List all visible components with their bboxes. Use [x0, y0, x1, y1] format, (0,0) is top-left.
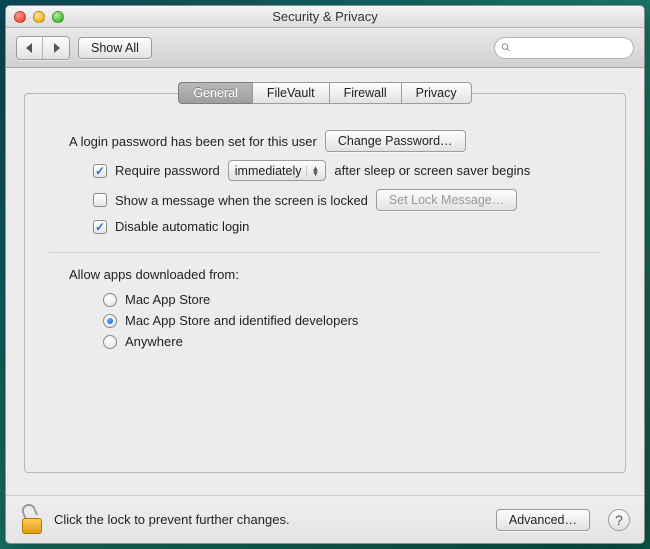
radio-label: Mac App Store and identified developers — [125, 313, 358, 328]
tab-bar: General FileVault Firewall Privacy — [24, 82, 626, 104]
toolbar: Show All — [6, 28, 644, 68]
disable-auto-login-label: Disable automatic login — [115, 219, 249, 234]
tab-firewall[interactable]: Firewall — [329, 82, 402, 104]
require-password-label: Require password — [115, 163, 220, 178]
tab-label: Privacy — [416, 86, 457, 100]
nav-back-forward — [16, 36, 70, 60]
require-password-delay-select[interactable]: immediately ▲▼ — [228, 160, 327, 181]
window-title: Security & Privacy — [6, 9, 644, 24]
radio-appstore[interactable] — [103, 293, 117, 307]
change-password-button[interactable]: Change Password… — [325, 130, 466, 152]
unlock-icon[interactable] — [20, 506, 44, 534]
zoom-window-button[interactable] — [52, 11, 64, 23]
gatekeeper-option-identified: Mac App Store and identified developers — [103, 313, 601, 328]
lock-label: Click the lock to prevent further change… — [54, 512, 290, 527]
change-password-label: Change Password… — [338, 134, 453, 148]
radio-identified[interactable] — [103, 314, 117, 328]
select-value: immediately — [235, 164, 302, 178]
gatekeeper-option-anywhere: Anywhere — [103, 334, 601, 349]
titlebar: Security & Privacy — [6, 6, 644, 28]
show-message-label: Show a message when the screen is locked — [115, 193, 368, 208]
tab-label: FileVault — [267, 86, 315, 100]
radio-label: Mac App Store — [125, 292, 210, 307]
show-message-row: Show a message when the screen is locked… — [93, 189, 601, 211]
search-input[interactable] — [515, 40, 633, 56]
login-password-label: A login password has been set for this u… — [69, 134, 317, 149]
search-field[interactable] — [494, 37, 634, 59]
login-password-row: A login password has been set for this u… — [69, 130, 601, 152]
gatekeeper-option-appstore: Mac App Store — [103, 292, 601, 307]
triangle-left-icon — [25, 43, 35, 53]
show-all-label: Show All — [91, 41, 139, 55]
tab-privacy[interactable]: Privacy — [401, 82, 472, 104]
require-password-suffix: after sleep or screen saver begins — [334, 163, 530, 178]
stepper-arrows-icon: ▲▼ — [306, 166, 319, 176]
tab-content-frame: A login password has been set for this u… — [24, 93, 626, 473]
tab-label: General — [193, 86, 237, 100]
tabs-container: General FileVault Firewall Privacy A log… — [24, 82, 626, 473]
disable-auto-login-checkbox[interactable] — [93, 220, 107, 234]
radio-label: Anywhere — [125, 334, 183, 349]
search-icon — [501, 42, 511, 53]
triangle-right-icon — [51, 43, 61, 53]
disable-auto-login-row: Disable automatic login — [93, 219, 601, 234]
gatekeeper-heading: Allow apps downloaded from: — [69, 267, 601, 282]
set-lock-message-label: Set Lock Message… — [389, 193, 504, 207]
footer: Click the lock to prevent further change… — [6, 495, 644, 543]
show-message-checkbox[interactable] — [93, 193, 107, 207]
radio-anywhere[interactable] — [103, 335, 117, 349]
help-button[interactable]: ? — [608, 509, 630, 531]
close-window-button[interactable] — [14, 11, 26, 23]
advanced-button[interactable]: Advanced… — [496, 509, 590, 531]
tab-general[interactable]: General — [178, 82, 252, 104]
require-password-checkbox[interactable] — [93, 164, 107, 178]
content-pane: General FileVault Firewall Privacy A log… — [6, 68, 644, 495]
preferences-window: Security & Privacy Show All General File… — [5, 5, 645, 544]
show-all-button[interactable]: Show All — [78, 37, 152, 59]
minimize-window-button[interactable] — [33, 11, 45, 23]
tab-label: Firewall — [344, 86, 387, 100]
divider — [49, 252, 601, 253]
back-button[interactable] — [17, 37, 43, 59]
set-lock-message-button: Set Lock Message… — [376, 189, 517, 211]
require-password-row: Require password immediately ▲▼ after sl… — [93, 160, 601, 181]
help-icon: ? — [615, 512, 623, 528]
tab-filevault[interactable]: FileVault — [252, 82, 330, 104]
gatekeeper-radio-group: Mac App Store Mac App Store and identifi… — [103, 292, 601, 349]
forward-button[interactable] — [43, 37, 69, 59]
advanced-label: Advanced… — [509, 513, 577, 527]
window-controls — [6, 11, 64, 23]
